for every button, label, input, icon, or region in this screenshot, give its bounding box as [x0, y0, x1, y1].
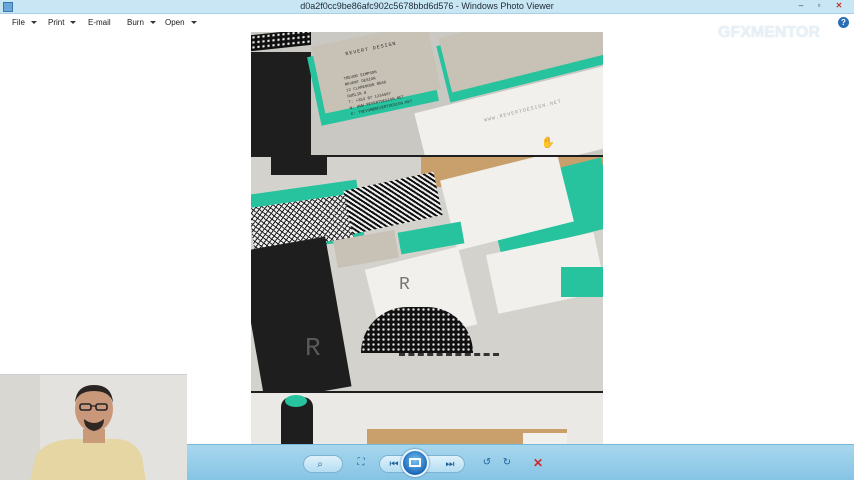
menu-open-label: Open: [165, 18, 185, 27]
menu-open[interactable]: Open: [165, 18, 197, 27]
rotate-counterclockwise-icon[interactable]: ↺: [479, 456, 495, 470]
actual-size-icon[interactable]: ⛶: [353, 456, 369, 470]
dotted-pattern: [251, 32, 311, 52]
notebook: [251, 52, 311, 156]
rotate-clockwise-icon[interactable]: ↻: [499, 456, 515, 470]
presenter-video: [0, 375, 187, 480]
next-icon[interactable]: ⏭: [442, 458, 458, 472]
menu-file-label: File: [12, 18, 25, 27]
photo-viewer-window: d0a2f0cc9be86afc902c5678bbd6d576 - Windo…: [0, 0, 854, 480]
maximize-button[interactable]: ▫: [810, 0, 828, 12]
window-title: d0a2f0cc9be86afc902c5678bbd6d576 - Windo…: [300, 1, 554, 11]
slideshow-icon: [409, 458, 421, 467]
zoom-icon[interactable]: ⌕: [308, 458, 332, 472]
monogram-logo: R: [399, 275, 410, 295]
chevron-down-icon: [190, 21, 197, 25]
chevron-down-icon: [70, 21, 77, 25]
channel-watermark: GFXMENTOR: [718, 24, 820, 41]
menu-email[interactable]: E-mail: [88, 18, 111, 27]
hand-cursor-icon: ✋: [541, 137, 555, 149]
photo-panel-bottom: [251, 393, 603, 444]
menu-print-label: Print: [48, 18, 65, 27]
photo-panel-stationery: R R: [251, 157, 603, 392]
menu-burn[interactable]: Burn: [127, 18, 156, 27]
label-tag: [523, 433, 567, 444]
striped-card: [343, 171, 443, 235]
binder-clips: [399, 353, 499, 385]
teal-card: [561, 267, 603, 297]
zoom-group: ⌕: [303, 455, 343, 473]
title-bar: d0a2f0cc9be86afc902c5678bbd6d576 - Windo…: [0, 0, 854, 14]
help-icon[interactable]: ?: [838, 17, 849, 28]
previous-icon[interactable]: ⏮: [386, 458, 402, 472]
photo-image[interactable]: REVERT DESIGN TREVOR SIMPSON REVERT DESI…: [251, 32, 603, 444]
notebook-monogram: R: [305, 333, 321, 363]
bottle-cap: [285, 395, 307, 407]
minimize-button[interactable]: –: [792, 0, 810, 12]
bottle: [271, 157, 327, 175]
close-button[interactable]: ✕: [828, 0, 850, 12]
menu-file[interactable]: File: [12, 18, 37, 27]
delete-icon[interactable]: ✕: [531, 456, 545, 470]
menu-burn-label: Burn: [127, 18, 144, 27]
photo-panel-business-cards: REVERT DESIGN TREVOR SIMPSON REVERT DESI…: [251, 32, 603, 156]
bottom-toolbar: ⌕ ⛶ ⏮ ⏭ ↺ ↻ ✕: [187, 444, 854, 480]
chevron-down-icon: [30, 21, 37, 25]
menu-print[interactable]: Print: [48, 18, 77, 27]
slideshow-button[interactable]: [401, 449, 429, 477]
webcam-overlay: [0, 374, 187, 480]
menu-email-label: E-mail: [88, 18, 111, 27]
chevron-down-icon: [149, 21, 156, 25]
